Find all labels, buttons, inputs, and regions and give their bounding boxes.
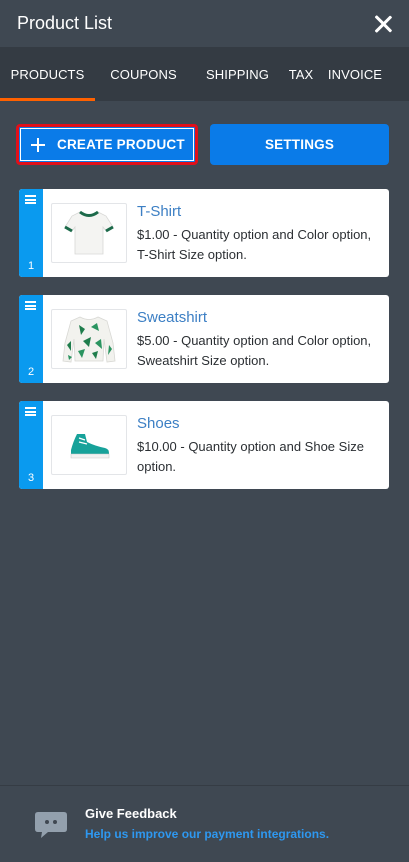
tab-shipping[interactable]: SHIPPING: [192, 47, 283, 101]
product-index: 2: [28, 366, 35, 378]
hamburger-icon: [25, 407, 36, 416]
product-description: $10.00 - Quantity option and Shoe Size o…: [137, 439, 364, 474]
sneaker-icon: [70, 434, 110, 459]
product-image-shoes: [51, 415, 127, 475]
settings-label: SETTINGS: [264, 137, 335, 152]
hamburger-icon: [25, 195, 36, 204]
product-name[interactable]: Sweatshirt: [137, 309, 379, 326]
tshirt-icon: [64, 210, 114, 255]
product-item[interactable]: 1 T-Shirt $1.00 - Quantity option and Co…: [19, 189, 389, 277]
tab-tax[interactable]: TAX: [283, 47, 319, 101]
product-index: 3: [28, 472, 35, 484]
chat-bubble-icon: [35, 812, 67, 838]
tab-bar: PRODUCTS COUPONS SHIPPING TAX INVOICE: [0, 47, 409, 101]
product-name[interactable]: Shoes: [137, 415, 379, 432]
page-title: Product List: [17, 13, 113, 33]
feedback-link[interactable]: Help us improve our payment integrations…: [85, 827, 329, 841]
tab-invoice[interactable]: INVOICE: [319, 47, 391, 101]
create-product-label: CREATE PRODUCT: [57, 137, 185, 152]
feedback-text: Give Feedback Help us improve our paymen…: [85, 806, 329, 841]
product-image-tshirt: [51, 203, 127, 263]
feedback-title: Give Feedback: [85, 806, 177, 821]
drag-handle[interactable]: 1: [19, 189, 43, 277]
product-description: $1.00 - Quantity option and Color option…: [137, 227, 372, 262]
product-name[interactable]: T-Shirt: [137, 203, 379, 220]
product-list: 1 T-Shirt $1.00 - Quantity option and Co…: [0, 165, 409, 489]
drag-handle[interactable]: 2: [19, 295, 43, 383]
drag-handle[interactable]: 3: [19, 401, 43, 489]
plus-icon: [31, 137, 45, 152]
product-description: $5.00 - Quantity option and Color option…: [137, 333, 372, 368]
close-icon[interactable]: [373, 14, 393, 34]
create-product-button[interactable]: CREATE PRODUCT: [16, 124, 198, 165]
product-item[interactable]: 2 Sweatshirt $5.00 - Quantity option and…: [19, 295, 389, 383]
product-info: Sweatshirt $5.00 - Quantity option and C…: [127, 295, 389, 383]
settings-button[interactable]: SETTINGS: [210, 124, 389, 165]
action-bar: CREATE PRODUCT SETTINGS: [0, 101, 409, 165]
sweatshirt-icon: [62, 316, 116, 363]
app-header: Product List: [0, 0, 409, 47]
product-info: T-Shirt $1.00 - Quantity option and Colo…: [127, 189, 389, 277]
product-info: Shoes $10.00 - Quantity option and Shoe …: [127, 401, 389, 489]
product-item[interactable]: 3 Shoes $10.00 - Quantity option and Sho…: [19, 401, 389, 489]
tab-products[interactable]: PRODUCTS: [0, 47, 95, 101]
product-image-sweatshirt: [51, 309, 127, 369]
feedback-footer: Give Feedback Help us improve our paymen…: [0, 785, 409, 862]
product-index: 1: [28, 260, 35, 272]
hamburger-icon: [25, 301, 36, 310]
tab-coupons[interactable]: COUPONS: [95, 47, 192, 101]
